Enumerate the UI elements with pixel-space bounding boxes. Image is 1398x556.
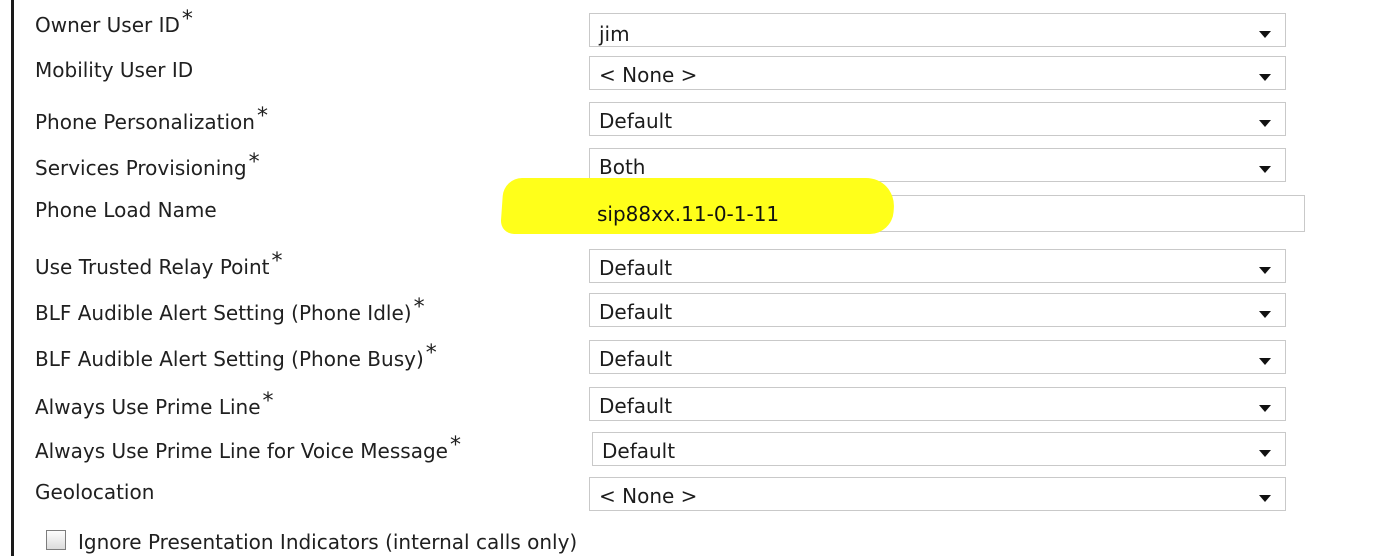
phone-personalization-select[interactable]: Default bbox=[589, 102, 1286, 136]
phone-load-name-label: Phone Load Name bbox=[35, 198, 217, 222]
always-use-prime-line-label: Always Use Prime Line* bbox=[35, 389, 274, 420]
section-left-border bbox=[11, 0, 14, 556]
select-value: Default bbox=[599, 256, 673, 280]
required-mark: * bbox=[248, 150, 260, 175]
chevron-down-icon[interactable] bbox=[1259, 74, 1271, 81]
mobility-user-id-label: Mobility User ID bbox=[35, 58, 193, 82]
chevron-down-icon[interactable] bbox=[1259, 495, 1271, 502]
phone-personalization-label: Phone Personalization* bbox=[35, 104, 268, 135]
owner-user-id-label: Owner User ID* bbox=[35, 7, 193, 38]
geolocation-select[interactable]: < None > bbox=[589, 477, 1286, 511]
row-label-text: BLF Audible Alert Setting (Phone Idle) bbox=[35, 301, 412, 325]
blf-alert-busy-select[interactable]: Default bbox=[589, 340, 1286, 374]
chevron-down-icon[interactable] bbox=[1259, 31, 1271, 38]
row-label-text: Always Use Prime Line bbox=[35, 395, 261, 419]
select-value: < None > bbox=[599, 484, 698, 508]
input-value: sip88xx.11-0-1-11 bbox=[597, 202, 780, 226]
select-value: Default bbox=[599, 347, 673, 371]
use-trusted-relay-point-label: Use Trusted Relay Point* bbox=[35, 249, 283, 280]
row-label-text: BLF Audible Alert Setting (Phone Busy) bbox=[35, 347, 424, 371]
required-mark: * bbox=[449, 433, 461, 458]
row-label-text: Services Provisioning bbox=[35, 156, 247, 180]
ignore-presentation-indicators-checkbox[interactable] bbox=[46, 530, 66, 550]
use-trusted-relay-point-select[interactable]: Default bbox=[589, 249, 1286, 283]
services-provisioning-select[interactable]: Both bbox=[589, 148, 1286, 182]
always-use-prime-line-voice-message-select[interactable]: Default bbox=[592, 432, 1286, 466]
row-label-text: Always Use Prime Line for Voice Message bbox=[35, 439, 448, 463]
select-value: Default bbox=[599, 300, 673, 324]
blf-alert-idle-label: BLF Audible Alert Setting (Phone Idle)* bbox=[35, 295, 425, 326]
row-label-text: Mobility User ID bbox=[35, 58, 194, 82]
required-mark: * bbox=[262, 389, 274, 414]
geolocation-label: Geolocation bbox=[35, 480, 154, 504]
always-use-prime-line-voice-message-label: Always Use Prime Line for Voice Message* bbox=[35, 433, 461, 464]
owner-user-id-select[interactable]: jim bbox=[589, 13, 1286, 47]
row-label-text: Phone Load Name bbox=[35, 198, 217, 222]
select-value: Default bbox=[602, 439, 676, 463]
mobility-user-id-select[interactable]: < None > bbox=[589, 56, 1286, 90]
chevron-down-icon[interactable] bbox=[1259, 267, 1271, 274]
chevron-down-icon[interactable] bbox=[1259, 311, 1271, 318]
chevron-down-icon[interactable] bbox=[1259, 166, 1271, 173]
phone-load-name-value-layer[interactable]: sip88xx.11-0-1-11 bbox=[589, 195, 1305, 232]
phone-configuration-form: Owner User ID* jim Mobility User ID < No… bbox=[0, 0, 1398, 556]
blf-alert-busy-label: BLF Audible Alert Setting (Phone Busy)* bbox=[35, 341, 437, 372]
select-value: Both bbox=[599, 155, 646, 179]
blf-alert-idle-select[interactable]: Default bbox=[589, 293, 1286, 327]
services-provisioning-label: Services Provisioning* bbox=[35, 150, 260, 181]
required-mark: * bbox=[425, 341, 437, 366]
select-value: Default bbox=[599, 394, 673, 418]
required-mark: * bbox=[271, 249, 283, 274]
chevron-down-icon[interactable] bbox=[1259, 120, 1271, 127]
row-label-text: Geolocation bbox=[35, 480, 155, 504]
row-label-text: Phone Personalization bbox=[35, 110, 255, 134]
select-value: < None > bbox=[599, 63, 698, 87]
always-use-prime-line-select[interactable]: Default bbox=[589, 387, 1286, 421]
chevron-down-icon[interactable] bbox=[1259, 405, 1271, 412]
ignore-presentation-indicators-label[interactable]: Ignore Presentation Indicators (internal… bbox=[78, 530, 577, 554]
row-label-text: Owner User ID bbox=[35, 13, 180, 37]
required-mark: * bbox=[413, 295, 425, 320]
select-value: jim bbox=[599, 22, 630, 46]
required-mark: * bbox=[181, 7, 193, 32]
select-value: Default bbox=[599, 109, 673, 133]
required-mark: * bbox=[256, 104, 268, 129]
chevron-down-icon[interactable] bbox=[1259, 450, 1271, 457]
chevron-down-icon[interactable] bbox=[1259, 358, 1271, 365]
row-label-text: Use Trusted Relay Point bbox=[35, 255, 270, 279]
